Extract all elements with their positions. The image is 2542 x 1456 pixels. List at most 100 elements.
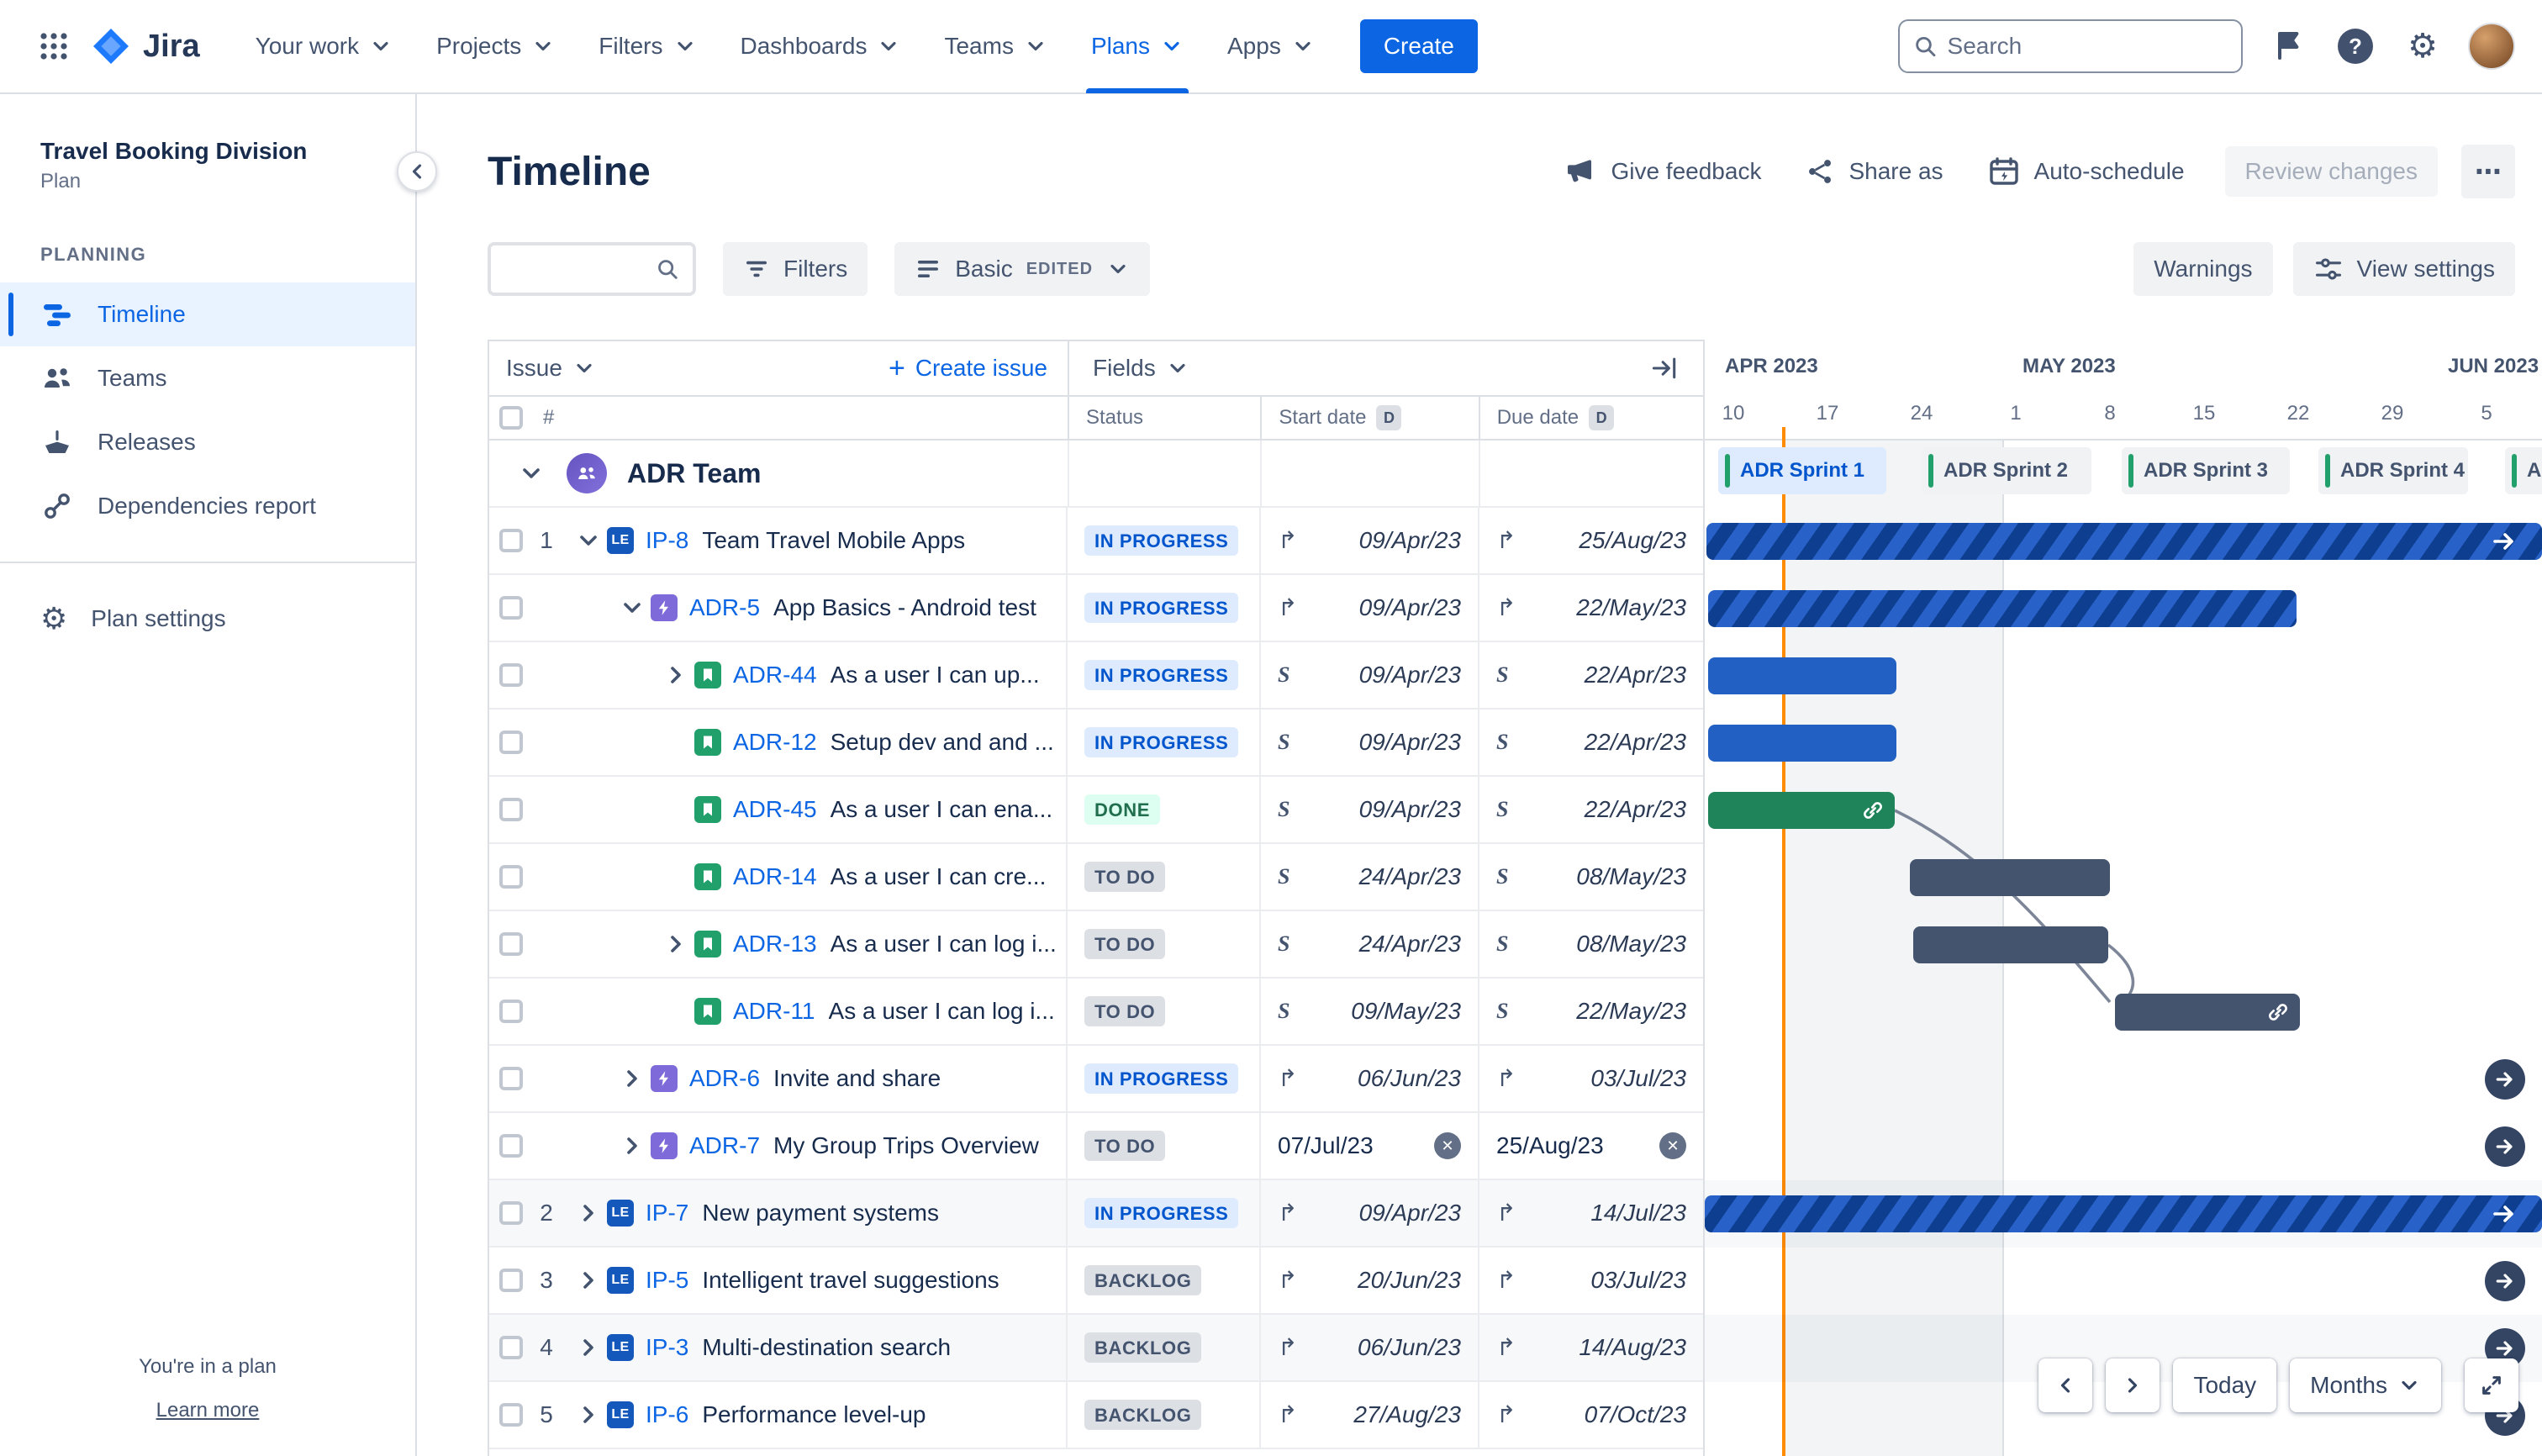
issue-key-link[interactable]: ADR-13 bbox=[733, 931, 817, 957]
collapse-team-chevron-icon[interactable] bbox=[513, 455, 550, 492]
issue-row[interactable]: 5 LE IP-6 Performance level-up BACKLOG ↱… bbox=[489, 1382, 1703, 1449]
due-date-cell[interactable]: ↱ 22/May/23 bbox=[1478, 575, 1703, 641]
app-switcher-icon[interactable] bbox=[27, 19, 81, 73]
gantt-bar[interactable] bbox=[2115, 994, 2300, 1031]
issue-key-link[interactable]: IP-3 bbox=[646, 1334, 688, 1361]
row-checkbox[interactable] bbox=[499, 1000, 523, 1023]
start-date-cell[interactable]: ↱ 09/Apr/23 bbox=[1259, 1180, 1478, 1246]
row-checkbox[interactable] bbox=[499, 731, 523, 754]
due-date-cell[interactable]: S 22/Apr/23 bbox=[1478, 642, 1703, 708]
issue-key-link[interactable]: ADR-44 bbox=[733, 662, 817, 688]
learn-more-link[interactable]: Learn more bbox=[156, 1399, 260, 1422]
nav-item-plans[interactable]: Plans bbox=[1069, 0, 1205, 93]
issue-key-link[interactable]: ADR-5 bbox=[689, 594, 760, 621]
gantt-bar-rollup[interactable] bbox=[1705, 1195, 2542, 1232]
review-changes-button[interactable]: Review changes bbox=[2224, 146, 2438, 197]
share-as-button[interactable]: Share as bbox=[1788, 146, 1959, 197]
filters-button[interactable]: Filters bbox=[723, 242, 868, 296]
gantt-bar-rollup[interactable] bbox=[1706, 523, 2542, 560]
sidebar-item-timeline[interactable]: Timeline bbox=[0, 282, 415, 346]
nav-item-dashboards[interactable]: Dashboards bbox=[719, 0, 923, 93]
bar-offscreen-right-marker[interactable] bbox=[2485, 1059, 2525, 1100]
expand-chevron-icon[interactable] bbox=[657, 657, 694, 694]
scroll-right-button[interactable] bbox=[2106, 1358, 2160, 1412]
fullscreen-button[interactable] bbox=[2465, 1358, 2518, 1412]
start-date-cell[interactable]: S 09/Apr/23 bbox=[1259, 642, 1478, 708]
sidebar-collapse-button[interactable] bbox=[397, 151, 437, 192]
start-date-cell[interactable]: ↱ 09/Apr/23 bbox=[1259, 508, 1478, 573]
issue-key-link[interactable]: ADR-7 bbox=[689, 1132, 760, 1159]
zoom-level-dropdown[interactable]: Months bbox=[2290, 1358, 2441, 1412]
today-button[interactable]: Today bbox=[2173, 1358, 2277, 1412]
gantt-bar[interactable] bbox=[1708, 725, 1896, 762]
issue-row[interactable]: 3 LE IP-5 Intelligent travel suggestions… bbox=[489, 1248, 1703, 1315]
row-checkbox[interactable] bbox=[499, 865, 523, 889]
row-checkbox[interactable] bbox=[499, 932, 523, 956]
due-date-cell[interactable]: 25/Aug/23 ✕ bbox=[1478, 1113, 1703, 1179]
issue-key-link[interactable]: IP-5 bbox=[646, 1267, 688, 1294]
collapse-fields-icon[interactable] bbox=[1649, 353, 1680, 383]
sprint-chip[interactable]: ADR Sprint 3 bbox=[2122, 447, 2290, 494]
auto-schedule-button[interactable]: Auto-schedule bbox=[1970, 145, 2202, 198]
gantt-timeline-pane[interactable]: APR 2023 MAY 2023 JUN 2023 10 17 24 1 8 … bbox=[1705, 340, 2542, 1456]
fields-header-dropdown[interactable]: Fields bbox=[1093, 355, 1189, 382]
user-avatar[interactable] bbox=[2468, 23, 2515, 70]
row-checkbox[interactable] bbox=[499, 1134, 523, 1158]
issue-key-link[interactable]: IP-6 bbox=[646, 1401, 688, 1428]
help-icon[interactable]: ? bbox=[2334, 24, 2377, 68]
expand-chevron-icon[interactable] bbox=[657, 926, 694, 963]
issue-row[interactable]: 4 LE IP-3 Multi-destination search BACKL… bbox=[489, 1315, 1703, 1382]
flag-icon[interactable] bbox=[2266, 24, 2310, 68]
issue-row[interactable]: ADR-12 Setup dev and and ... IN PROGRESS… bbox=[489, 710, 1703, 777]
issue-row[interactable]: 2 LE IP-7 New payment systems IN PROGRES… bbox=[489, 1180, 1703, 1248]
warnings-button[interactable]: Warnings bbox=[2133, 242, 2273, 296]
start-date-cell[interactable]: S 09/Apr/23 bbox=[1259, 777, 1478, 842]
issue-key-link[interactable]: ADR-12 bbox=[733, 729, 817, 756]
issue-key-link[interactable]: ADR-14 bbox=[733, 863, 817, 890]
bar-offscreen-right-marker[interactable] bbox=[2485, 1261, 2525, 1301]
due-date-cell[interactable]: S 22/Apr/23 bbox=[1478, 710, 1703, 775]
start-date-cell[interactable]: ↱ 06/Jun/23 bbox=[1259, 1315, 1478, 1380]
row-checkbox[interactable] bbox=[499, 1201, 523, 1225]
bar-offscreen-right-marker[interactable] bbox=[2485, 1126, 2525, 1167]
gantt-bar[interactable] bbox=[1910, 859, 2110, 896]
start-date-cell[interactable]: 07/Jul/23 ✕ bbox=[1259, 1113, 1478, 1179]
view-mode-button[interactable]: Basic EDITED bbox=[894, 242, 1151, 296]
start-date-cell[interactable]: S 24/Apr/23 bbox=[1259, 844, 1478, 910]
gantt-bar[interactable] bbox=[1913, 926, 2108, 963]
global-search[interactable] bbox=[1898, 19, 2243, 73]
issue-row[interactable]: ADR-44 As a user I can up... IN PROGRESS… bbox=[489, 642, 1703, 710]
create-button[interactable]: Create bbox=[1359, 19, 1478, 73]
row-checkbox[interactable] bbox=[499, 1269, 523, 1292]
due-date-cell[interactable]: S 22/Apr/23 bbox=[1478, 777, 1703, 842]
more-actions-button[interactable]: ⋯ bbox=[2461, 145, 2515, 198]
gantt-bar[interactable] bbox=[1708, 657, 1896, 694]
create-issue-button[interactable]: + Create issue bbox=[889, 354, 1047, 382]
sprint-chip[interactable]: ADR Sprint 1 bbox=[1718, 447, 1886, 494]
issue-key-link[interactable]: IP-8 bbox=[646, 527, 688, 554]
row-checkbox[interactable] bbox=[499, 1067, 523, 1090]
issue-row[interactable]: ADR-5 App Basics - Android test IN PROGR… bbox=[489, 575, 1703, 642]
sidebar-item-teams[interactable]: Teams bbox=[0, 346, 415, 410]
team-group-row[interactable]: ADR Team bbox=[489, 440, 1703, 508]
issue-row[interactable]: ADR-7 My Group Trips Overview TO DO 07/J… bbox=[489, 1113, 1703, 1180]
sidebar-item-releases[interactable]: Releases bbox=[0, 410, 415, 474]
issue-row[interactable]: ADR-14 As a user I can cre... TO DO S 24/… bbox=[489, 844, 1703, 911]
issue-key-link[interactable]: IP-7 bbox=[646, 1200, 688, 1227]
scroll-left-button[interactable] bbox=[2038, 1358, 2093, 1412]
start-date-cell[interactable]: S 09/May/23 bbox=[1259, 979, 1478, 1044]
sidebar-item-dependencies-report[interactable]: Dependencies report bbox=[0, 474, 415, 538]
expand-chevron-icon[interactable] bbox=[570, 1262, 607, 1299]
settings-gear-icon[interactable]: ⚙ bbox=[2401, 24, 2444, 68]
row-checkbox[interactable] bbox=[499, 1336, 523, 1359]
nav-item-teams[interactable]: Teams bbox=[922, 0, 1068, 93]
due-date-cell[interactable]: ↱ 14/Jul/23 bbox=[1478, 1180, 1703, 1246]
gantt-bar-epic[interactable] bbox=[1708, 590, 2297, 627]
expand-chevron-icon[interactable] bbox=[614, 1060, 651, 1097]
start-date-cell[interactable]: ↱ 09/Apr/23 bbox=[1259, 575, 1478, 641]
due-date-cell[interactable]: ↱ 14/Aug/23 bbox=[1478, 1315, 1703, 1380]
issue-row[interactable]: ADR-6 Invite and share IN PROGRESS ↱ 06/J… bbox=[489, 1046, 1703, 1113]
nav-item-filters[interactable]: Filters bbox=[577, 0, 718, 93]
issue-row[interactable]: 1 LE IP-8 Team Travel Mobile Apps IN PRO… bbox=[489, 508, 1703, 575]
collapse-chevron-icon[interactable] bbox=[570, 522, 607, 559]
